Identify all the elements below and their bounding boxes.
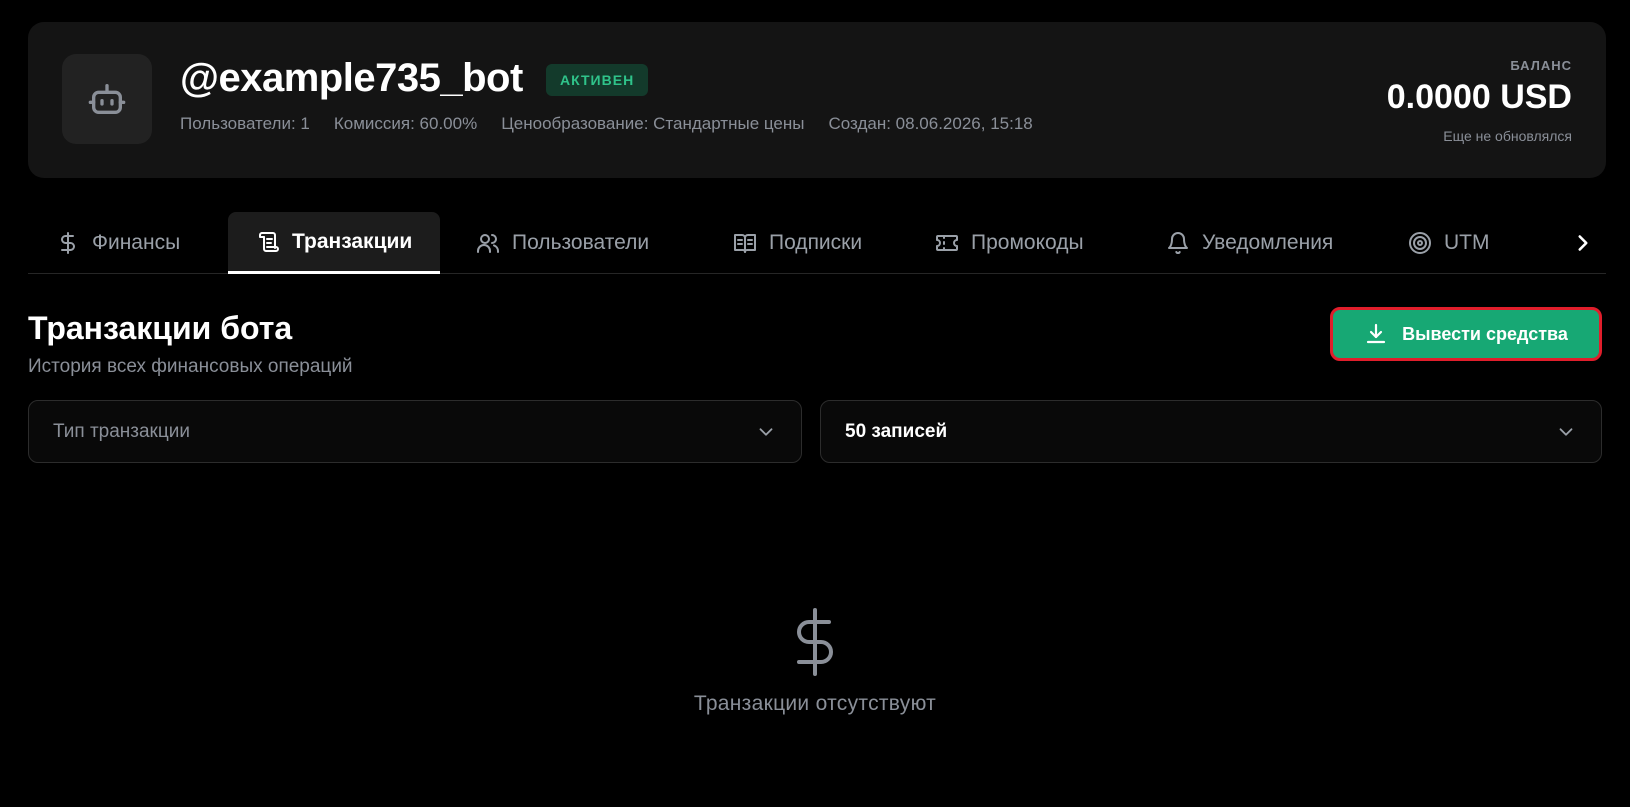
- tab-label: Транзакции: [292, 229, 413, 253]
- tab-transactions[interactable]: Транзакции: [228, 212, 441, 274]
- bot-icon: [88, 84, 126, 115]
- tab-label: Пользователи: [512, 231, 650, 254]
- tab-subscriptions[interactable]: Подписки: [733, 212, 862, 274]
- created-date: Создан: 08.06.2026, 15:18: [828, 114, 1033, 133]
- page-subtitle: История всех финансовых операций: [28, 356, 353, 377]
- tab-promocodes[interactable]: Промокоды: [935, 212, 1084, 274]
- tab-label: UTM: [1444, 231, 1490, 254]
- bot-name: @example735_bot: [180, 56, 523, 100]
- bot-avatar: [62, 54, 152, 144]
- commission: Комиссия: 60.00%: [333, 114, 478, 133]
- receipt-icon: [259, 231, 279, 252]
- bot-meta: Пользователи: 1 Комиссия: 60.00% Ценообр…: [180, 114, 1033, 134]
- page-title: Транзакции бота: [28, 310, 293, 346]
- tab-notifications[interactable]: Уведомления: [1166, 212, 1333, 274]
- tab-finances[interactable]: Финансы: [56, 212, 180, 274]
- tab-label: Финансы: [92, 231, 181, 254]
- balance-value: 0.0000 USD: [1386, 78, 1572, 116]
- chevron-right-icon[interactable]: [1570, 230, 1596, 256]
- tab-users[interactable]: Пользователи: [476, 212, 649, 274]
- records-limit-select[interactable]: 50 записей: [820, 400, 1602, 463]
- tab-utm[interactable]: UTM: [1408, 212, 1490, 274]
- withdraw-label: Вывести средства: [1402, 323, 1568, 344]
- transaction-type-select[interactable]: Тип транзакции: [28, 400, 802, 463]
- tab-label: Подписки: [769, 231, 863, 254]
- users-count: Пользователи: 1: [180, 114, 310, 133]
- select-value: 50 записей: [845, 420, 948, 442]
- tab-label: Уведомления: [1202, 231, 1334, 254]
- balance-updated: Еще не обновлялся: [1443, 128, 1572, 144]
- dollar-icon: [61, 232, 75, 254]
- withdraw-button[interactable]: Вывести средства: [1330, 307, 1602, 361]
- tab-bar: Финансы Транзакции Пользователи Подписки…: [28, 212, 1606, 274]
- download-icon: [1367, 323, 1386, 344]
- balance-label: БАЛАНС: [1510, 58, 1572, 73]
- book-icon: [734, 234, 756, 253]
- users-icon: [477, 234, 499, 253]
- empty-state-text: Транзакции отсутствуют: [693, 692, 937, 715]
- tab-label: Промокоды: [971, 231, 1084, 254]
- dollar-icon: [797, 608, 833, 676]
- bot-header-card: @example735_bot АКТИВЕН Пользователи: 1 …: [28, 22, 1606, 178]
- chevron-down-icon: [759, 428, 773, 436]
- chevron-down-icon: [1559, 428, 1573, 436]
- bell-icon: [1168, 232, 1188, 255]
- target-icon: [1409, 232, 1431, 254]
- pricing: Ценообразование: Стандартные цены: [501, 114, 805, 133]
- status-badge: АКТИВЕН: [546, 64, 649, 96]
- ticket-icon: [936, 235, 958, 251]
- select-placeholder: Тип транзакции: [53, 420, 190, 442]
